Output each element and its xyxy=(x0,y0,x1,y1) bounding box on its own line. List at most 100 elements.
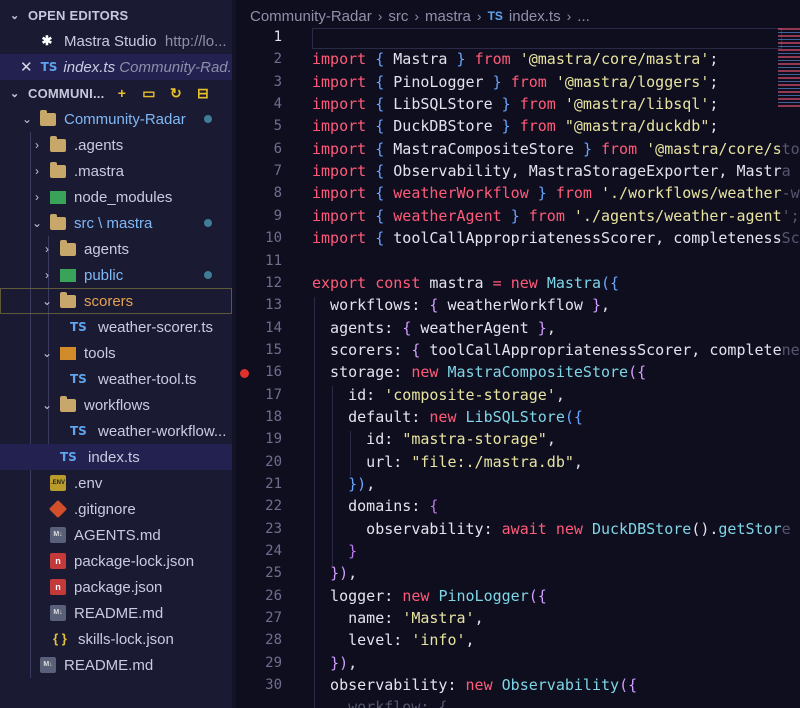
code-line: default: new LibSQLStore({ xyxy=(312,408,583,426)
typescript-icon: TS xyxy=(60,450,77,464)
tree-file-package-json[interactable]: n package.json xyxy=(0,574,232,600)
npm-icon: n xyxy=(50,553,66,569)
tree-file-readme[interactable]: M↓ README.md xyxy=(0,600,232,626)
code-line: import { weatherAgent } from './agents/w… xyxy=(312,207,800,225)
line-number: 2 xyxy=(273,51,282,67)
line-number: 20 xyxy=(265,454,282,470)
tree-folder-node-modules[interactable]: › node_modules xyxy=(0,184,232,210)
line-number: 21 xyxy=(265,476,282,492)
line-number: 17 xyxy=(265,387,282,403)
folder-open-icon xyxy=(60,395,76,412)
new-file-icon[interactable]: + xyxy=(113,84,131,102)
typescript-icon: TS xyxy=(70,320,87,334)
explorer-sidebar: ⌄ OPEN EDITORS ✱ Mastra Studio http://lo… xyxy=(0,0,236,708)
tree-folder-workflows[interactable]: ⌄ workflows xyxy=(0,392,232,418)
tree-file-package-lock[interactable]: n package-lock.json xyxy=(0,548,232,574)
breadcrumb-root[interactable]: Community-Radar xyxy=(250,8,372,25)
tools-folder-icon xyxy=(60,346,76,360)
tree-folder-public[interactable]: › public xyxy=(0,262,232,288)
code-line: id: "mastra-storage", xyxy=(312,430,556,448)
code-line: import { PinoLogger } from '@mastra/logg… xyxy=(312,73,719,91)
code-line: id: 'composite-storage', xyxy=(312,386,565,404)
tree-folder-scorers[interactable]: ⌄ scorers xyxy=(0,288,232,314)
code-line: import { Observability, MastraStorageExp… xyxy=(312,162,791,180)
typescript-icon: TS xyxy=(40,60,58,74)
line-number: 28 xyxy=(265,632,282,648)
chevron-right-icon: › xyxy=(35,164,39,178)
line-number: 18 xyxy=(265,409,282,425)
chevron-down-icon: ⌄ xyxy=(21,112,33,126)
open-editor-mastra-studio[interactable]: ✱ Mastra Studio http://lo... xyxy=(0,28,232,54)
code-line: observability: await new DuckDBStore().g… xyxy=(312,520,791,538)
line-number: 25 xyxy=(265,565,282,581)
code-line: scorers: { toolCallAppropriatenessScorer… xyxy=(312,341,800,359)
line-number: 14 xyxy=(265,320,282,336)
folder-open-icon xyxy=(40,109,56,126)
current-line-highlight xyxy=(312,28,782,49)
code-line: }), xyxy=(348,475,376,493)
modified-dot xyxy=(204,271,212,279)
chevron-right-icon: › xyxy=(45,268,49,282)
tree-folder-tools[interactable]: ⌄ tools xyxy=(0,340,232,366)
tree-file-index-ts[interactable]: TS index.ts xyxy=(0,444,232,470)
code-line: observability: new Observability({ xyxy=(312,676,638,694)
folder-open-icon xyxy=(60,291,76,308)
tree-file-agents-md[interactable]: M↓ AGENTS.md xyxy=(0,522,232,548)
code-editor[interactable]: Community-Radar › src › mastra › TS inde… xyxy=(236,0,800,708)
code-line: workflows: { weatherWorkflow }, xyxy=(312,296,611,314)
node-folder-icon xyxy=(50,190,66,204)
chevron-down-icon: ⌄ xyxy=(41,346,53,360)
tree-folder-src-mastra[interactable]: ⌄ src \ mastra xyxy=(0,210,232,236)
tree-file-weather-tool[interactable]: TS weather-tool.ts xyxy=(0,366,232,392)
tree-file-skills-lock[interactable]: { } skills-lock.json xyxy=(0,626,232,652)
code-line: storage: new MastraCompositeStore({ xyxy=(312,363,647,381)
code-line: }), xyxy=(330,654,358,672)
new-folder-icon[interactable]: ▭ xyxy=(140,84,158,102)
line-number: 26 xyxy=(265,588,282,604)
tree-file-env[interactable]: .ENV .env xyxy=(0,470,232,496)
code-line: logger: new PinoLogger({ xyxy=(312,587,547,605)
tree-file-weather-workflow[interactable]: TS weather-workflow... xyxy=(0,418,232,444)
line-number: 29 xyxy=(265,655,282,671)
folder-icon xyxy=(60,239,76,256)
line-number: 11 xyxy=(265,253,282,269)
chevron-right-icon: › xyxy=(35,190,39,204)
tree-folder-agents-hidden[interactable]: › .agents xyxy=(0,132,232,158)
breadcrumb-mastra[interactable]: mastra xyxy=(425,8,471,25)
typescript-icon: TS xyxy=(70,424,87,438)
chevron-down-icon: ⌄ xyxy=(10,87,20,100)
breadcrumb-src[interactable]: src xyxy=(388,8,408,25)
workspace-header[interactable]: ⌄ COMMUNI... + ▭ ↻ ⊟ xyxy=(0,80,236,106)
line-number: 6 xyxy=(273,141,282,157)
minimap[interactable] xyxy=(778,28,800,108)
tree-folder-mastra-hidden[interactable]: › .mastra xyxy=(0,158,232,184)
breadcrumb: Community-Radar › src › mastra › TS inde… xyxy=(250,5,590,27)
line-number: 13 xyxy=(265,297,282,313)
breadcrumb-file[interactable]: index.ts xyxy=(509,8,561,25)
breadcrumb-more[interactable]: ... xyxy=(577,8,590,25)
line-number: 9 xyxy=(273,208,282,224)
tree-file-readme-root[interactable]: M↓ README.md xyxy=(0,652,232,678)
modified-dot xyxy=(204,115,212,123)
env-file-icon: .ENV xyxy=(50,475,66,491)
code-line: import { LibSQLStore } from '@mastra/lib… xyxy=(312,95,719,113)
line-number: 3 xyxy=(273,74,282,90)
collapse-all-icon[interactable]: ⊟ xyxy=(194,84,212,102)
tree-file-gitignore[interactable]: .gitignore xyxy=(0,496,232,522)
tree-folder-agents[interactable]: › agents xyxy=(0,236,232,262)
modified-dot xyxy=(204,219,212,227)
line-number: 8 xyxy=(273,185,282,201)
typescript-icon: TS xyxy=(70,372,87,386)
tree-file-weather-scorer[interactable]: TS weather-scorer.ts xyxy=(0,314,232,340)
open-editors-header[interactable]: ⌄ OPEN EDITORS xyxy=(0,2,236,28)
open-editor-index-ts[interactable]: ✕ TS index.ts Community-Rad... xyxy=(0,54,232,80)
chevron-right-icon: › xyxy=(566,8,572,24)
close-icon[interactable]: ✕ xyxy=(20,58,33,76)
tree-folder-community-radar[interactable]: ⌄ Community-Radar xyxy=(0,106,232,132)
line-number: 12 xyxy=(265,275,282,291)
chevron-down-icon: ⌄ xyxy=(31,216,43,230)
refresh-icon[interactable]: ↻ xyxy=(167,84,185,102)
code-line: } xyxy=(348,542,358,560)
folder-icon xyxy=(50,135,66,152)
chevron-right-icon: › xyxy=(476,8,482,24)
